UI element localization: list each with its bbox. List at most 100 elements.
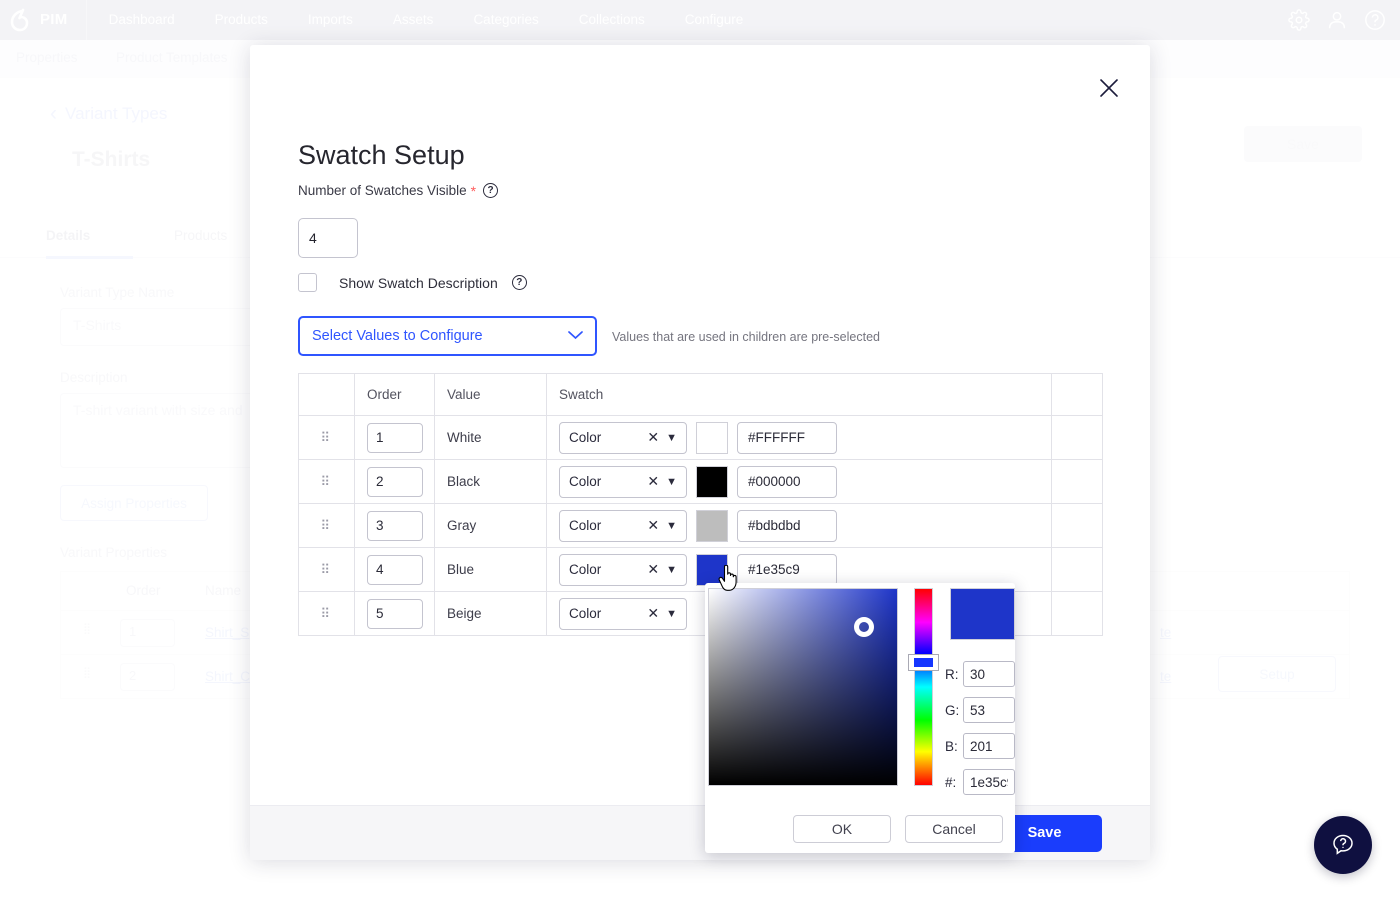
column-header-end [1052, 374, 1103, 416]
color-picker-popup: R: G: B: #: OK Cancel [705, 583, 1015, 853]
hex-label: #: [945, 775, 963, 790]
swatch-type-select[interactable]: Color ✕ ▼ [559, 422, 687, 454]
value-cell: Black [435, 460, 547, 504]
color-chip[interactable] [696, 422, 728, 454]
picker-hex-input[interactable] [963, 769, 1015, 795]
column-header-drag [299, 374, 355, 416]
clear-icon[interactable]: ✕ [645, 605, 666, 622]
clear-icon[interactable]: ✕ [645, 561, 666, 578]
drag-handle-icon[interactable]: ⠿ [299, 504, 354, 547]
hex-input[interactable] [737, 466, 837, 498]
chevron-down-icon[interactable]: ▼ [666, 608, 677, 620]
drag-cell[interactable]: ⠿ [299, 592, 355, 636]
number-of-swatches-input[interactable] [298, 218, 358, 258]
drag-cell[interactable]: ⠿ [299, 416, 355, 460]
required-asterisk: * [471, 184, 476, 198]
chevron-down-icon[interactable]: ▼ [666, 432, 677, 444]
green-row: G: [945, 692, 1015, 728]
color-chip[interactable] [696, 510, 728, 542]
value-text: Blue [435, 562, 546, 577]
saturation-value-handle[interactable] [854, 617, 874, 637]
swatch-type-label: Color [569, 474, 645, 489]
value-text: Gray [435, 518, 546, 533]
order-input[interactable] [367, 555, 423, 585]
drag-handle-icon[interactable]: ⠿ [299, 416, 354, 459]
column-header-order: Order [355, 374, 435, 416]
order-input[interactable] [367, 423, 423, 453]
show-swatch-description-checkbox[interactable] [298, 273, 317, 292]
color-chip[interactable] [696, 466, 728, 498]
clear-icon[interactable]: ✕ [645, 429, 666, 446]
end-cell [1052, 416, 1103, 460]
swatch-type-select[interactable]: Color ✕ ▼ [559, 598, 687, 630]
value-text: Black [435, 474, 546, 489]
hex-input[interactable] [737, 554, 837, 586]
swatch-type-select[interactable]: Color ✕ ▼ [559, 510, 687, 542]
red-row: R: [945, 656, 1015, 692]
value-cell: Gray [435, 504, 547, 548]
help-chat-button[interactable] [1314, 816, 1372, 874]
hue-slider[interactable] [914, 588, 933, 786]
end-cell [1052, 460, 1103, 504]
hex-input[interactable] [737, 422, 837, 454]
table-row: ⠿ White Color ✕ ▼ [299, 416, 1103, 460]
swatch-type-select[interactable]: Color ✕ ▼ [559, 466, 687, 498]
question-circle-icon[interactable]: ? [512, 275, 527, 290]
column-header-swatch: Swatch [547, 374, 1052, 416]
show-swatch-description-label: Show Swatch Description [339, 275, 498, 291]
swatch-cell: Color ✕ ▼ [547, 460, 1052, 504]
value-cell: White [435, 416, 547, 460]
dialog-footer: Cancel Save [250, 805, 1150, 860]
saturation-value-area[interactable] [708, 588, 898, 786]
value-text: Beige [435, 606, 546, 621]
hex-input[interactable] [737, 510, 837, 542]
clear-icon[interactable]: ✕ [645, 517, 666, 534]
color-picker-cancel-button[interactable]: Cancel [905, 815, 1003, 843]
chevron-down-icon[interactable]: ▼ [666, 520, 677, 532]
order-cell [355, 416, 435, 460]
swatch-setup-dialog: Swatch Setup Number of Swatches Visible … [250, 45, 1150, 860]
chevron-down-icon [568, 327, 583, 345]
order-cell [355, 548, 435, 592]
drag-handle-icon[interactable]: ⠿ [299, 548, 354, 591]
swatch-type-select[interactable]: Color ✕ ▼ [559, 554, 687, 586]
end-cell [1052, 548, 1103, 592]
order-cell [355, 504, 435, 548]
order-input[interactable] [367, 599, 423, 629]
color-chip-active[interactable] [696, 554, 728, 586]
hex-row: #: [945, 764, 1015, 800]
drag-cell[interactable]: ⠿ [299, 460, 355, 504]
swatch-cell: Color ✕ ▼ [547, 504, 1052, 548]
value-text: White [435, 430, 546, 445]
red-input[interactable] [963, 661, 1015, 687]
clear-icon[interactable]: ✕ [645, 473, 666, 490]
order-input[interactable] [367, 467, 423, 497]
swatch-type-label: Color [569, 430, 645, 445]
blue-input[interactable] [963, 733, 1015, 759]
color-picker-ok-button[interactable]: OK [793, 815, 891, 843]
drag-cell[interactable]: ⠿ [299, 504, 355, 548]
swatch-type-label: Color [569, 518, 645, 533]
green-input[interactable] [963, 697, 1015, 723]
select-values-dropdown[interactable]: Select Values to Configure [298, 316, 597, 356]
drag-handle-icon[interactable]: ⠿ [299, 592, 354, 635]
column-header-value: Value [435, 374, 547, 416]
select-values-hint: Values that are used in children are pre… [612, 330, 880, 344]
drag-handle-icon[interactable]: ⠿ [299, 460, 354, 503]
table-row: ⠿ Gray Color ✕ ▼ [299, 504, 1103, 548]
order-cell [355, 460, 435, 504]
show-swatch-description-row: Show Swatch Description ? [298, 273, 527, 292]
order-cell [355, 592, 435, 636]
end-cell [1052, 592, 1103, 636]
chevron-down-icon[interactable]: ▼ [666, 476, 677, 488]
select-values-label: Select Values to Configure [312, 328, 568, 344]
blue-row: B: [945, 728, 1015, 764]
drag-cell[interactable]: ⠿ [299, 548, 355, 592]
chevron-down-icon[interactable]: ▼ [666, 564, 677, 576]
order-input[interactable] [367, 511, 423, 541]
swatch-cell: Color ✕ ▼ [547, 416, 1052, 460]
green-label: G: [945, 703, 963, 718]
question-circle-icon[interactable]: ? [483, 183, 498, 198]
blue-label: B: [945, 739, 963, 754]
red-label: R: [945, 667, 963, 682]
